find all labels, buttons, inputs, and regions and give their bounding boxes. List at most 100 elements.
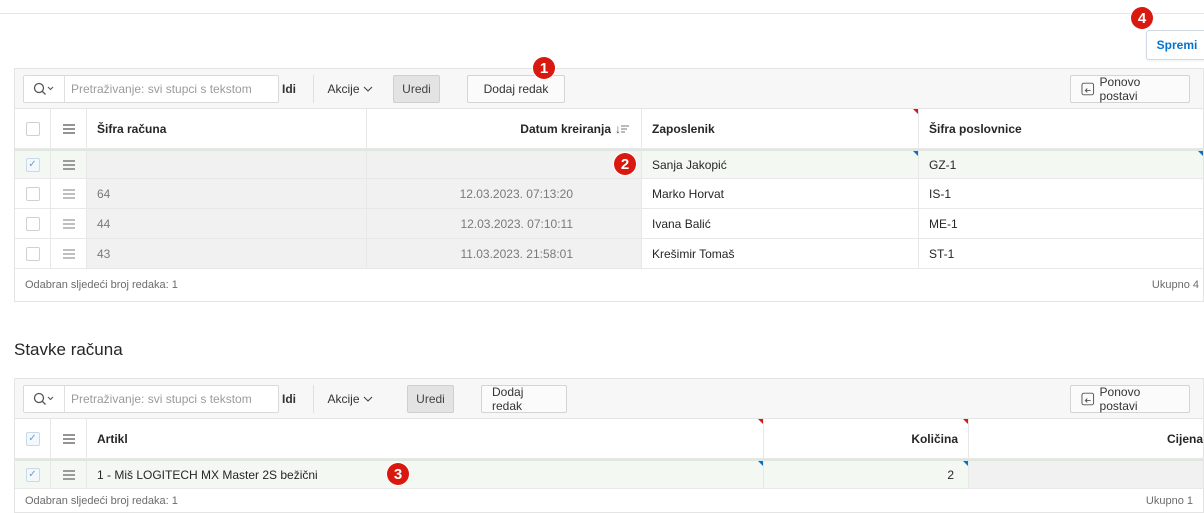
save-button[interactable]: Spremi bbox=[1146, 30, 1204, 60]
row-checkbox[interactable] bbox=[25, 186, 40, 201]
top-divider bbox=[0, 13, 1204, 14]
cell-zaposlenik[interactable]: Sanja Jakopić bbox=[642, 151, 919, 178]
grid1-edit-button[interactable]: Uredi bbox=[393, 75, 440, 103]
col-label: Šifra računa bbox=[97, 121, 167, 136]
row-actions-cell[interactable] bbox=[51, 209, 87, 238]
grid2-search-box bbox=[23, 385, 279, 413]
col-label: Zaposlenik bbox=[652, 121, 715, 136]
col-header-sifra-racuna[interactable]: Šifra računa bbox=[87, 109, 367, 148]
grid1-go-button[interactable]: Idi bbox=[273, 75, 305, 103]
cell-artikl[interactable]: 1 - Miš LOGITECH MX Master 2S bežični bbox=[87, 461, 764, 488]
row-checkbox[interactable]: ✓ bbox=[25, 467, 40, 482]
table-row[interactable]: ✓ 1 - Miš LOGITECH MX Master 2S bežični … bbox=[15, 459, 1203, 489]
row-select-cell bbox=[15, 179, 51, 208]
col-header-kolicina[interactable]: Količina bbox=[764, 419, 969, 458]
cell-sifra-poslovnice[interactable]: GZ-1 bbox=[919, 151, 1203, 178]
search-column-selector[interactable] bbox=[24, 386, 65, 412]
grid1-add-row-button[interactable]: Dodaj redak bbox=[467, 75, 565, 103]
col-header-artikl[interactable]: Artikl bbox=[87, 419, 764, 458]
table-row[interactable]: 44 12.03.2023. 07:10:11 Ivana Balić ME-1 bbox=[15, 209, 1203, 239]
select-all-cell: ✓ bbox=[15, 419, 51, 458]
select-all-checkbox[interactable] bbox=[25, 121, 40, 136]
grid2-go-button[interactable]: Idi bbox=[273, 385, 305, 413]
cell-sifra-racuna: 44 bbox=[87, 209, 367, 238]
row-actions-cell[interactable] bbox=[51, 239, 87, 268]
cell-zaposlenik[interactable]: Marko Horvat bbox=[642, 179, 919, 208]
row-menu-icon bbox=[62, 218, 75, 229]
table-row[interactable]: ✓ Sanja Jakopić GZ-1 bbox=[15, 149, 1203, 179]
menu-lines-icon bbox=[62, 123, 75, 134]
row-checkbox[interactable]: ✓ bbox=[25, 157, 40, 172]
cell-kolicina[interactable]: 2 bbox=[764, 461, 969, 488]
row-actions-cell[interactable] bbox=[51, 461, 87, 488]
annotation-badge-1: 1 bbox=[533, 57, 555, 79]
cell-datum-kreiranja: 12.03.2023. 07:13:20 bbox=[367, 179, 642, 208]
row-checkbox[interactable] bbox=[25, 216, 40, 231]
grid2-total: Ukupno 1 bbox=[1145, 495, 1193, 507]
row-actions-cell[interactable] bbox=[51, 179, 87, 208]
cell-zaposlenik[interactable]: Krešimir Tomaš bbox=[642, 239, 919, 268]
table-row[interactable]: 43 11.03.2023. 21:58:01 Krešimir Tomaš S… bbox=[15, 239, 1203, 269]
col-header-datum-kreiranja[interactable]: Datum kreiranja ↓ bbox=[367, 109, 642, 148]
cell-sifra-racuna: 64 bbox=[87, 179, 367, 208]
row-menu-icon bbox=[62, 248, 75, 259]
grid2-selection-count: Odabran sljedeći broj redaka: 1 bbox=[25, 495, 178, 507]
cell-cijena bbox=[969, 461, 1203, 488]
cell-zaposlenik[interactable]: Ivana Balić bbox=[642, 209, 919, 238]
grid2-add-row-button[interactable]: Dodaj redak bbox=[481, 385, 567, 413]
table-row[interactable]: 64 12.03.2023. 07:13:20 Marko Horvat IS-… bbox=[15, 179, 1203, 209]
grid2: ✓ Artikl Količina Cijena ✓ 1 - Miš LOGIT… bbox=[14, 418, 1204, 513]
required-marker bbox=[963, 419, 968, 424]
cell-datum-kreiranja bbox=[367, 151, 642, 178]
grid2-reset-button[interactable]: Ponovo postavi bbox=[1070, 385, 1190, 413]
select-all-checkbox[interactable]: ✓ bbox=[25, 431, 40, 446]
col-header-cijena[interactable]: Cijena bbox=[969, 419, 1203, 458]
required-marker bbox=[758, 419, 763, 424]
annotation-badge-3: 3 bbox=[387, 463, 409, 485]
grid1-actions-menu[interactable]: Akcije bbox=[321, 75, 379, 103]
section-title: Stavke računa bbox=[14, 340, 123, 359]
grid2-footer: Odabran sljedeći broj redaka: 1 Ukupno 1 bbox=[15, 489, 1203, 513]
cell-text: GZ-1 bbox=[929, 157, 957, 172]
sort-lines-icon bbox=[621, 125, 629, 132]
reset-icon bbox=[1081, 392, 1095, 406]
grid2-edit-button[interactable]: Uredi bbox=[407, 385, 454, 413]
col-label: Količina bbox=[911, 431, 958, 446]
cell-sifra-poslovnice[interactable]: ST-1 bbox=[919, 239, 1203, 268]
required-marker bbox=[913, 109, 918, 114]
search-column-selector[interactable] bbox=[24, 76, 65, 102]
grid1-search-box bbox=[23, 75, 279, 103]
col-label: Datum kreiranja bbox=[520, 121, 611, 136]
row-select-cell: ✓ bbox=[15, 151, 51, 178]
row-actions-header bbox=[51, 109, 87, 148]
grid1-footer: Odabran sljedeći broj redaka: 1 Ukupno 4 bbox=[15, 269, 1203, 301]
grid1-toolbar: Idi Akcije Uredi Dodaj redak Ponovo post… bbox=[14, 68, 1204, 108]
grid1-reset-button[interactable]: Ponovo postavi bbox=[1070, 75, 1190, 103]
row-menu-icon bbox=[62, 469, 75, 480]
grid1: Šifra računa Datum kreiranja ↓ Zaposleni… bbox=[14, 108, 1204, 302]
row-checkbox[interactable] bbox=[25, 246, 40, 261]
row-actions-cell[interactable] bbox=[51, 151, 87, 178]
changed-marker bbox=[913, 151, 918, 156]
grid2-search-input[interactable] bbox=[65, 392, 278, 406]
reset-icon bbox=[1081, 82, 1095, 96]
grid1-search-input[interactable] bbox=[65, 82, 278, 96]
cell-text: 1 - Miš LOGITECH MX Master 2S bežični bbox=[97, 467, 318, 482]
changed-marker bbox=[963, 461, 968, 466]
col-header-zaposlenik[interactable]: Zaposlenik bbox=[642, 109, 919, 148]
reset-label: Ponovo postavi bbox=[1099, 385, 1141, 413]
cell-datum-kreiranja: 11.03.2023. 21:58:01 bbox=[367, 239, 642, 268]
cell-sifra-racuna: 43 bbox=[87, 239, 367, 268]
cell-sifra-poslovnice[interactable]: IS-1 bbox=[919, 179, 1203, 208]
cell-datum-kreiranja: 12.03.2023. 07:10:11 bbox=[367, 209, 642, 238]
actions-label: Akcije bbox=[327, 392, 360, 406]
search-icon bbox=[33, 82, 54, 95]
row-menu-icon bbox=[62, 188, 75, 199]
grid1-selection-count: Odabran sljedeći broj redaka: 1 bbox=[25, 279, 178, 291]
grid2-actions-menu[interactable]: Akcije bbox=[321, 385, 379, 413]
cell-sifra-racuna bbox=[87, 151, 367, 178]
cell-sifra-poslovnice[interactable]: ME-1 bbox=[919, 209, 1203, 238]
search-icon bbox=[33, 392, 54, 405]
col-label: Cijena bbox=[1166, 431, 1203, 446]
col-header-sifra-poslovnice[interactable]: Šifra poslovnice bbox=[919, 109, 1203, 148]
